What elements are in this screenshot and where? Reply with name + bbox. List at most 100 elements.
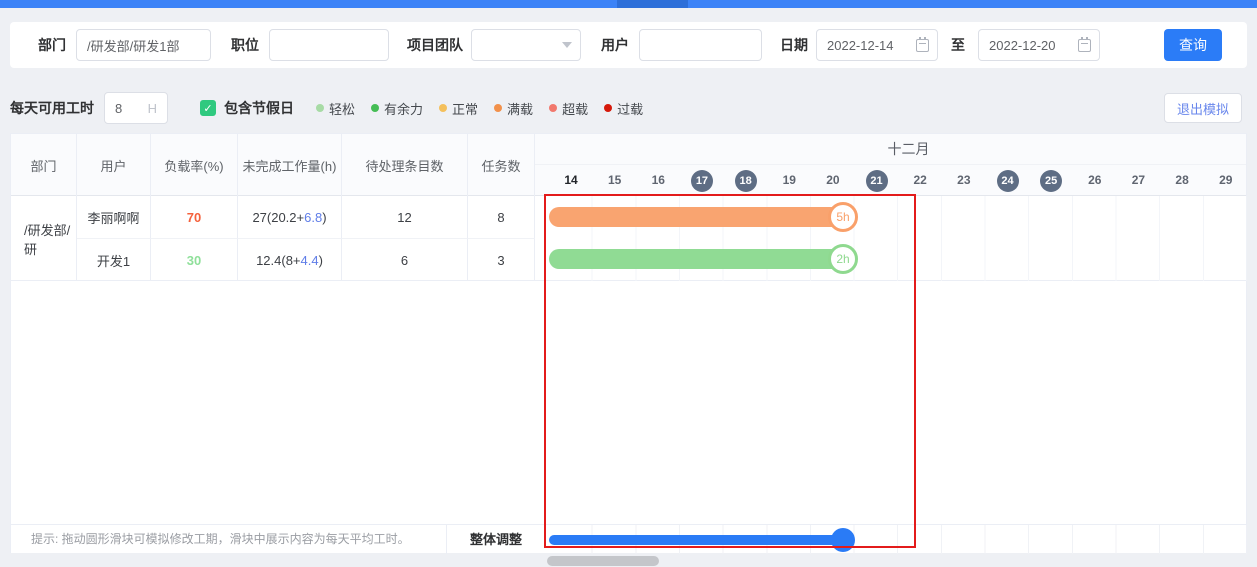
gantt-day-17: 17 (680, 165, 724, 196)
load-value: 70 (187, 210, 201, 225)
pending-cell: 6 (342, 239, 468, 281)
horizontal-scrollbar-thumb[interactable] (547, 556, 659, 566)
team-select[interactable] (471, 29, 581, 61)
legend-dot (494, 104, 502, 112)
legend-item-0: 轻松 (316, 99, 355, 118)
date-to-value: 2022-12-20 (989, 38, 1056, 53)
overall-adjust-slider-knob[interactable] (831, 528, 855, 552)
gantt-day-21: 21 (855, 165, 899, 196)
exit-simulation-button[interactable]: 退出模拟 (1164, 93, 1242, 123)
department-label: 部门 (38, 35, 66, 55)
holiday-day-badge: 25 (1040, 170, 1062, 192)
gantt-day-28: 28 (1160, 165, 1204, 196)
include-holidays-checkbox[interactable] (200, 100, 216, 116)
table-footer: 提示: 拖动圆形滑块可模拟修改工期，滑块中展示内容为每天平均工时。 整体调整 (11, 524, 1246, 553)
gantt-bar-handle-row2[interactable]: 2h (828, 244, 858, 274)
gantt-day-20: 20 (811, 165, 855, 196)
gantt-bar-row1[interactable] (549, 207, 856, 227)
legend-dot (549, 104, 557, 112)
include-holidays-label: 包含节假日 (224, 98, 294, 118)
simulation-toolbar: 每天可用工时 8 H 包含节假日 轻松 有余力 正常 满载 超载 过载 退出模拟 (0, 92, 1257, 124)
legend-item-3: 满载 (494, 99, 533, 118)
legend-label: 轻松 (329, 99, 355, 118)
user-input[interactable] (639, 29, 762, 61)
workload-main: 27(20.2+ (252, 210, 304, 225)
daily-hours-input[interactable]: 8 H (104, 92, 168, 124)
legend-dot (604, 104, 612, 112)
table-rows: /研发部/研 李丽啊啊 70 27(20.2+6.8) 12 8 开发1 30 … (11, 196, 1246, 281)
gantt-day-24: 24 (986, 165, 1030, 196)
gantt-bar-row2[interactable] (549, 249, 856, 269)
holiday-day-badge: 17 (691, 170, 713, 192)
calendar-icon (1078, 39, 1091, 52)
gantt-day-15: 15 (593, 165, 637, 196)
date-to-input[interactable]: 2022-12-20 (978, 29, 1100, 61)
holiday-day-badge: 18 (735, 170, 757, 192)
legend-item-2: 正常 (439, 99, 478, 118)
tasks-cell: 3 (468, 239, 535, 281)
overall-adjust-slider-track[interactable] (549, 535, 854, 545)
position-label: 职位 (231, 35, 259, 55)
user-cell: 开发1 (77, 239, 151, 281)
gantt-day-14: 14 (549, 165, 593, 196)
col-header-pending: 待处理条目数 (342, 134, 468, 196)
legend-label: 满载 (507, 99, 533, 118)
col-header-department: 部门 (11, 134, 77, 196)
gantt-month-label: 十二月 (535, 134, 1246, 165)
legend-label: 有余力 (384, 99, 423, 118)
load-cell: 70 (151, 196, 238, 239)
gantt-day-22: 22 (898, 165, 942, 196)
workload-main: 12.4(8+ (256, 253, 300, 268)
workload-cell: 27(20.2+6.8) (238, 196, 342, 239)
legend-item-4: 超载 (549, 99, 588, 118)
top-nav-active-segment (617, 0, 688, 8)
top-nav-bar (0, 0, 1257, 8)
gantt-bar-handle-row1[interactable]: 5h (828, 202, 858, 232)
search-button[interactable]: 查询 (1164, 29, 1222, 61)
gantt-day-18: 18 (724, 165, 768, 196)
pending-cell: 12 (342, 196, 468, 239)
col-header-user: 用户 (77, 134, 151, 196)
gantt-day-27: 27 (1116, 165, 1160, 196)
date-from-input[interactable]: 2022-12-14 (816, 29, 938, 61)
legend-dot (439, 104, 447, 112)
date-to-label: 至 (951, 35, 965, 55)
legend-label: 超载 (562, 99, 588, 118)
col-header-load: 负载率(%) (151, 134, 238, 196)
gantt-day-19: 19 (767, 165, 811, 196)
holiday-day-badge: 21 (866, 170, 888, 192)
col-header-workload: 未完成工作量(h) (238, 134, 342, 196)
daily-hours-value: 8 (115, 101, 122, 116)
workload-simulation-page: 部门 职位 项目团队 用户 日期 2022-12-14 至 2022-12-20… (0, 0, 1257, 567)
user-label: 用户 (601, 35, 629, 55)
chevron-down-icon (562, 42, 572, 48)
team-label: 项目团队 (407, 35, 463, 55)
workload-table: 部门 用户 负载率(%) 未完成工作量(h) 待处理条目数 任务数 十二月 14… (10, 133, 1247, 553)
department-input[interactable] (76, 29, 211, 61)
gantt-day-29: 29 (1204, 165, 1248, 196)
calendar-icon (916, 39, 929, 52)
table-header: 部门 用户 负载率(%) 未完成工作量(h) 待处理条目数 任务数 十二月 14… (11, 134, 1246, 196)
date-label: 日期 (780, 35, 808, 55)
user-cell: 李丽啊啊 (77, 196, 151, 239)
gantt-days-row: 14151617181920212223242526272829 (535, 165, 1246, 196)
gantt-day-23: 23 (942, 165, 986, 196)
overall-adjust-label: 整体调整 (446, 525, 546, 554)
workload-end: ) (319, 253, 323, 268)
legend-item-5: 过载 (604, 99, 643, 118)
load-value: 30 (187, 253, 201, 268)
position-input[interactable] (269, 29, 389, 61)
filter-bar: 部门 职位 项目团队 用户 日期 2022-12-14 至 2022-12-20… (10, 22, 1247, 68)
date-from-value: 2022-12-14 (827, 38, 894, 53)
legend-dot (371, 104, 379, 112)
gantt-day-25: 25 (1029, 165, 1073, 196)
col-header-tasks: 任务数 (468, 134, 535, 196)
legend-label: 过载 (617, 99, 643, 118)
drag-hint-text: 提示: 拖动圆形滑块可模拟修改工期，滑块中展示内容为每天平均工时。 (31, 525, 410, 554)
department-cell: /研发部/研 (11, 196, 77, 281)
legend-item-1: 有余力 (371, 99, 423, 118)
daily-hours-label: 每天可用工时 (10, 98, 94, 118)
gantt-day-26: 26 (1073, 165, 1117, 196)
daily-hours-unit: H (148, 101, 157, 116)
legend-label: 正常 (452, 99, 478, 118)
